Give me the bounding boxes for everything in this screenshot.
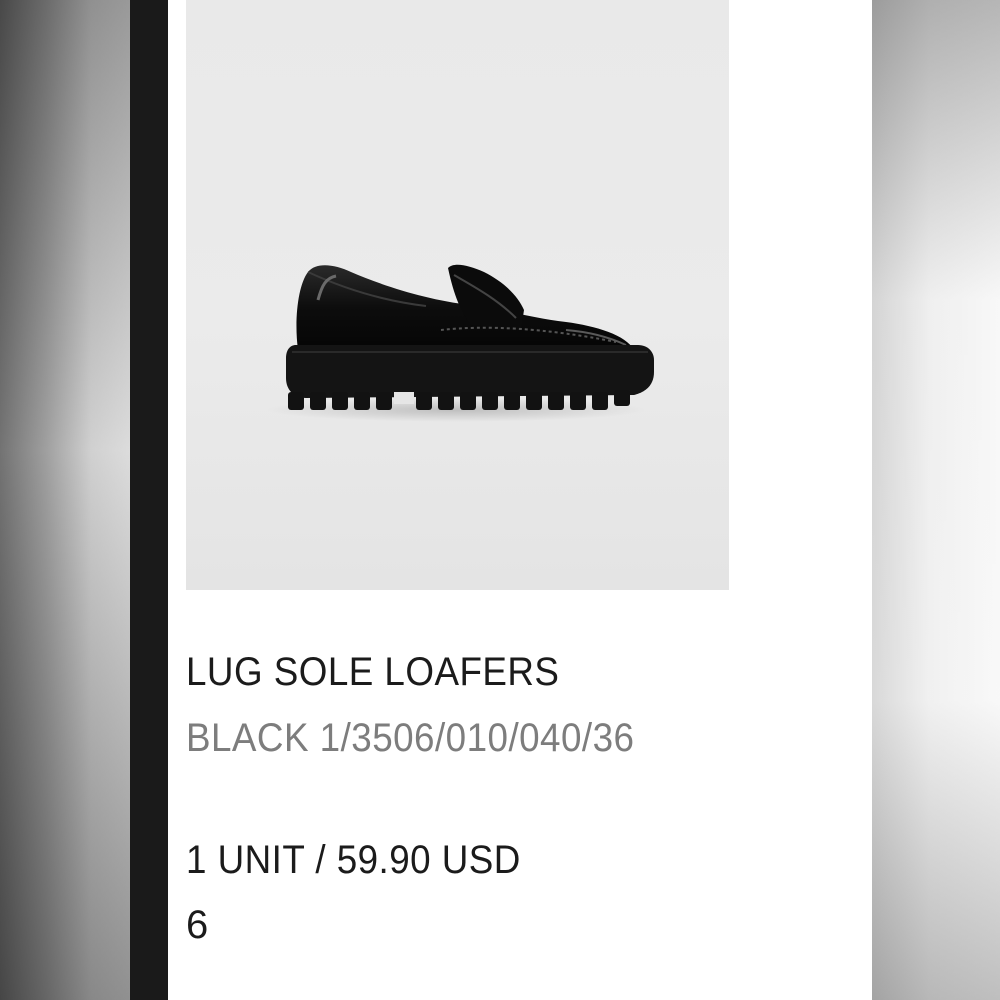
- loafer-shoe-icon: [266, 264, 654, 422]
- product-reference: BLACK 1/3506/010/040/36: [186, 716, 635, 760]
- blurred-background-left: [0, 0, 130, 1000]
- left-border-strip: [130, 0, 168, 1000]
- screenshot-page: LUG SOLE LOAFERS BLACK 1/3506/010/040/36…: [0, 0, 1000, 1000]
- product-price: 1 UNIT / 59.90 USD: [186, 838, 521, 882]
- product-image[interactable]: [186, 0, 729, 590]
- product-size: 6: [186, 903, 209, 947]
- blurred-background-right: [872, 0, 1000, 1000]
- order-item-card: LUG SOLE LOAFERS BLACK 1/3506/010/040/36…: [168, 0, 872, 1000]
- product-name[interactable]: LUG SOLE LOAFERS: [186, 650, 559, 695]
